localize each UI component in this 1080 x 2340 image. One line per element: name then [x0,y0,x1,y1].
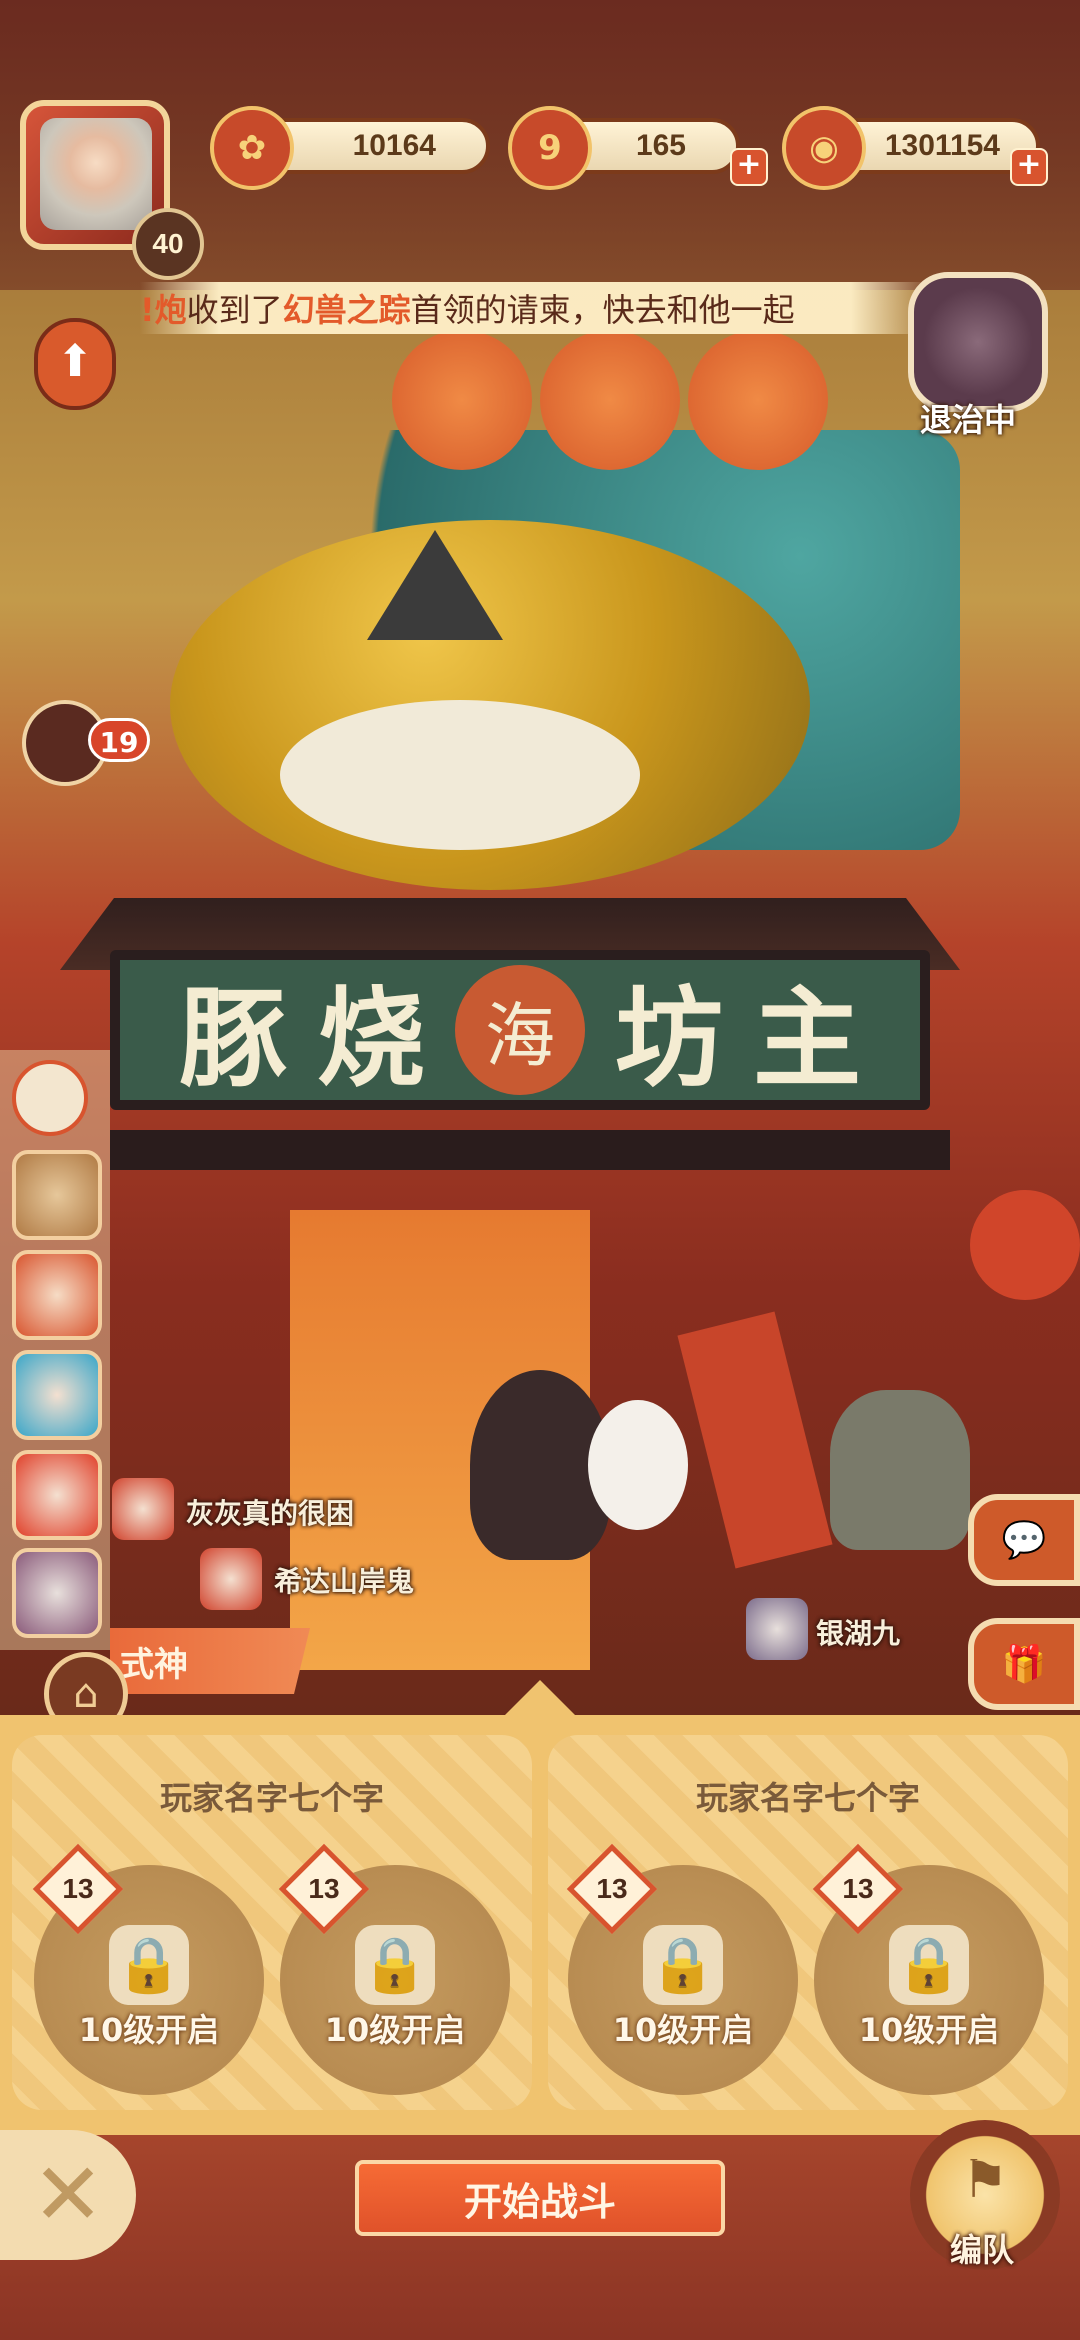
lock-icon: 🔒 [643,1925,723,2005]
mail-count-badge: 19 [88,718,150,762]
shop-beam [110,1130,950,1170]
close-button[interactable]: ✕ [0,2130,136,2260]
side-avatar-2[interactable] [12,1250,102,1340]
stamina-icon: 9 [508,106,592,190]
shikigami-tab[interactable]: 式神 [110,1628,310,1694]
formation-label: 编队 [950,2231,1015,2269]
resource-value: 165 [635,129,686,162]
boss-portrait[interactable] [908,272,1048,412]
slot-level: 13 [62,1873,94,1904]
stamina-badge: 9 [538,128,562,168]
team-card-2: 玩家名字七个字 🔒 10级开启 13 🔒 10级开启 13 [548,1735,1068,2110]
resource-value: 10164 [352,129,436,162]
player-avatar[interactable] [40,118,152,230]
gift-button[interactable]: 🎁 [968,1618,1080,1710]
lock-icon: 🔒 [109,1925,189,2005]
notice-banner[interactable]: !炮 收到了 幻兽之踪 首领的请柬，快去和他一起 [140,282,930,334]
notice-highlight: 幻兽之踪 [282,291,411,329]
scene-player-avatar[interactable] [746,1598,808,1660]
lantern-right [970,1190,1080,1300]
add-stamina-button[interactable]: + [730,148,768,186]
slot-level: 13 [596,1873,628,1904]
start-battle-button[interactable]: 开始战斗 [355,2160,725,2236]
resource-value: 1301154 [884,129,1000,162]
gift-icon: 🎁 [1001,1644,1047,1685]
scene-player-avatar[interactable] [112,1478,174,1540]
team-card-1: 玩家名字七个字 🔒 10级开启 13 🔒 10级开启 13 [12,1735,532,2110]
flag-icon: ⚑ [961,2150,1009,2210]
slot-unlock-text: 10级开启 [78,2011,220,2049]
slot-unlock-text: 10级开启 [612,2011,754,2049]
chat-icon: 💬 [1001,1520,1047,1561]
plum-blossom-icon: ✿ [210,106,294,190]
brush-tool-button[interactable] [12,1060,88,1136]
scene-player-name: 希达山岸鬼 [274,1565,415,1598]
coin-icon: ◉ [782,106,866,190]
sign-char: 豚 [178,976,287,1102]
arrow-up-icon: ⬆ [56,336,94,387]
sign-char: 烧 [316,976,425,1102]
lock-icon: 🔒 [889,1925,969,2005]
fort-status-label: 退治中 [920,401,1017,439]
scene-player-avatar[interactable] [200,1548,262,1610]
shikigami-tab-label: 式神 [120,1644,188,1685]
character-snowman[interactable] [588,1400,688,1530]
lantern-circle-3 [688,330,828,470]
notice-text: 首领的请柬，快去和他一起 [410,291,795,329]
notice-text: 收到了 [186,291,283,329]
slot-level: 13 [308,1873,340,1904]
close-icon: ✕ [31,2145,105,2245]
lantern-circle-2 [540,330,680,470]
team-player-name: 玩家名字七个字 [695,1779,920,1817]
side-avatar-1[interactable] [12,1150,102,1240]
scene-player-name: 银湖九 [816,1617,901,1650]
lantern-circle-1 [392,330,532,470]
chat-button[interactable]: 💬 [968,1494,1080,1586]
character-bird-guard[interactable] [830,1390,970,1550]
slot-unlock-text: 10级开启 [324,2011,466,2049]
side-avatar-5[interactable] [12,1548,102,1638]
scroll-up-lantern[interactable]: ⬆ [34,318,116,410]
notice-player: !炮 [140,291,187,329]
add-coin-button[interactable]: + [1010,148,1048,186]
player-level-badge: 40 [132,208,204,280]
side-avatar-3[interactable] [12,1350,102,1440]
pufferfish-belly [280,700,640,850]
house-icon: ⌂ [73,1671,99,1717]
start-battle-label: 开始战斗 [463,2179,616,2224]
sign-seal: 海 [455,965,585,1095]
sign-char: 坊 [615,976,724,1102]
side-avatar-4[interactable] [12,1450,102,1540]
slot-unlock-text: 10级开启 [858,2011,1000,2049]
scene-player-name: 灰灰真的很困 [186,1497,355,1530]
banner-flag [677,1311,833,1569]
lock-icon: 🔒 [355,1925,435,2005]
shop-signboard: 豚 烧 海 坊 主 [110,950,930,1110]
slot-level: 13 [842,1873,874,1904]
sign-char: 主 [753,976,862,1102]
team-player-name: 玩家名字七个字 [159,1779,384,1817]
